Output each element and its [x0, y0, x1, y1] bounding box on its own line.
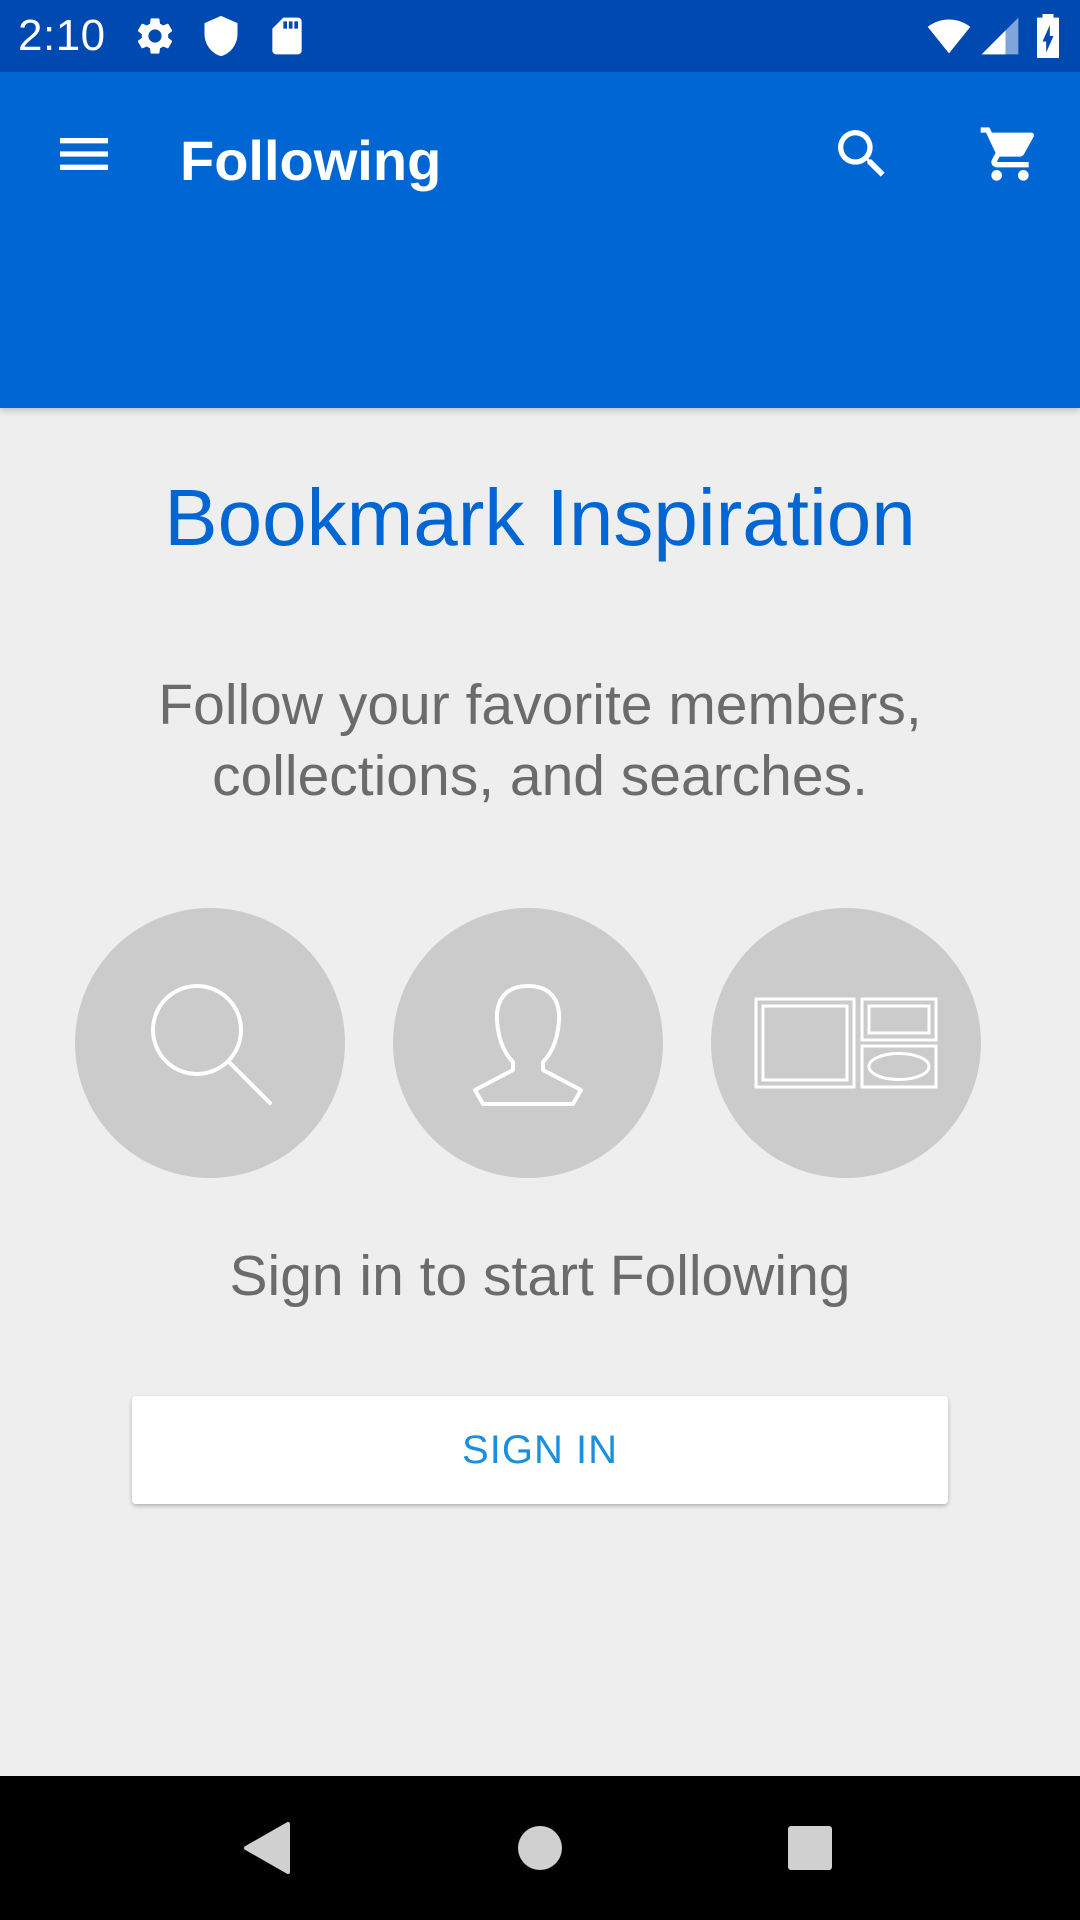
- cell-signal-icon: [978, 14, 1022, 58]
- empty-state-heading: Bookmark Inspiration: [164, 473, 916, 562]
- feature-collections: [711, 908, 981, 1178]
- app-bar: Following: [0, 72, 1080, 408]
- sign-in-button-label: SIGN IN: [462, 1427, 618, 1472]
- empty-state-description: Follow your favorite members, collection…: [100, 670, 980, 812]
- search-button[interactable]: [814, 106, 910, 202]
- back-triangle-icon: [244, 1822, 290, 1874]
- following-empty-state: Bookmark Inspiration Follow your favorit…: [0, 408, 1080, 1776]
- description-line-1: Follow your favorite members,: [158, 673, 922, 737]
- search-icon: [838, 130, 885, 177]
- page-title: Following: [180, 129, 442, 192]
- home-button[interactable]: [492, 1800, 588, 1896]
- recents-square-icon: [788, 1826, 832, 1870]
- home-circle-icon: [518, 1826, 562, 1870]
- shopping-cart-icon: [980, 127, 1035, 181]
- hamburger-menu-icon: [60, 138, 108, 170]
- recents-button[interactable]: [762, 1800, 858, 1896]
- feature-searches: [75, 908, 345, 1178]
- battery-charging-icon: [1030, 14, 1066, 58]
- collection-outline-icon: [754, 997, 938, 1089]
- back-button[interactable]: [218, 1800, 314, 1896]
- description-line-2: collections, and searches.: [212, 744, 868, 808]
- search-outline-icon: [151, 984, 272, 1105]
- settings-gear-icon: [133, 14, 177, 58]
- cart-button[interactable]: [962, 106, 1058, 202]
- feature-members: [393, 908, 663, 1178]
- wifi-icon: [922, 14, 976, 58]
- person-outline-icon: [473, 984, 583, 1106]
- menu-button[interactable]: [36, 106, 132, 202]
- sign-in-prompt: Sign in to start Following: [229, 1244, 851, 1308]
- status-bar: 2:10: [0, 0, 1080, 72]
- sd-card-icon: [265, 14, 309, 58]
- status-time: 2:10: [18, 11, 106, 60]
- sign-in-button[interactable]: SIGN IN: [132, 1396, 948, 1504]
- navigation-bar: [0, 1776, 1080, 1920]
- shield-icon: [199, 14, 243, 58]
